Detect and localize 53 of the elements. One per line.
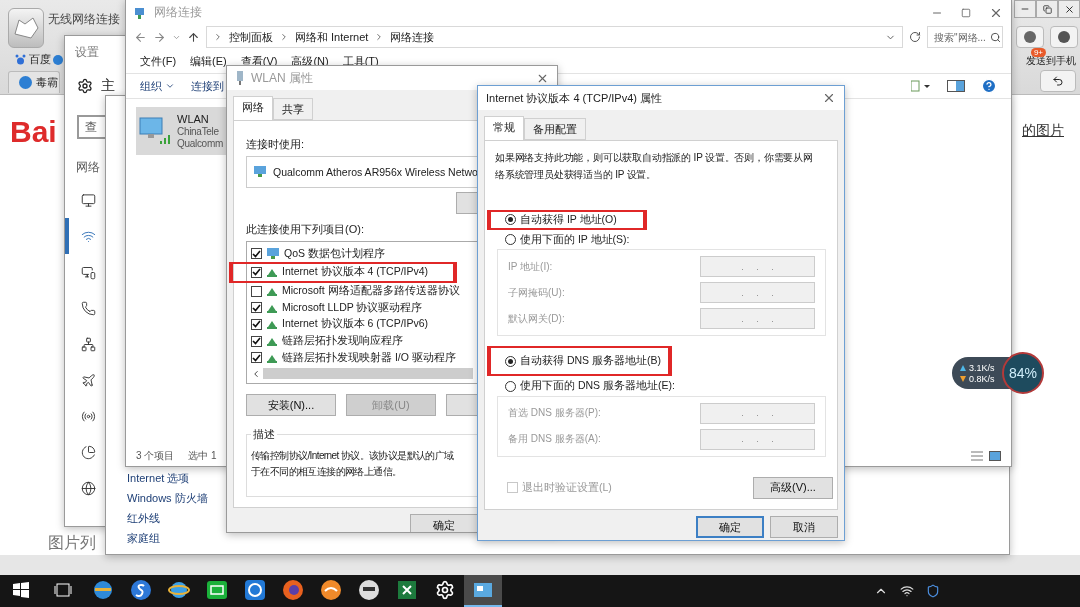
dialog-button[interactable]: 安装(N)... bbox=[246, 394, 336, 417]
ok-button[interactable]: 确定 bbox=[696, 516, 764, 538]
window-title: 网络连接 bbox=[154, 4, 202, 21]
baidu-logo: Bai bbox=[10, 115, 57, 149]
window-title: 无线网络连接 bbox=[48, 11, 120, 28]
field-label: 子网掩码(U): bbox=[508, 285, 565, 300]
adapter-field: Qualcomm Atheros AR956x Wireless Netwo bbox=[246, 156, 478, 189]
address-bar[interactable]: 控制面板 网络和 Internet 网络连接 bbox=[206, 26, 903, 48]
toolbar-button[interactable]: 组织 bbox=[140, 78, 175, 94]
tab[interactable]: 共享 bbox=[273, 98, 313, 120]
list-item[interactable]: QoS 数据包计划程序 bbox=[251, 245, 473, 262]
dialog-title: Internet 协议版本 4 (TCP/IPv4) 属性 bbox=[486, 90, 663, 106]
group-title: 描述 bbox=[251, 427, 277, 443]
field-label: 默认网关(D): bbox=[508, 311, 565, 326]
window-title: 设置 bbox=[75, 45, 99, 59]
ok-button[interactable]: 确定 bbox=[410, 514, 478, 532]
status-text: 3 个项目 bbox=[136, 449, 175, 463]
list-item[interactable]: 链路层拓扑发现映射器 I/O 驱动程序 bbox=[251, 349, 473, 367]
list-item[interactable]: Internet 协议版本 4 (TCP/IPv4) bbox=[229, 261, 457, 283]
field-label: 首选 DNS 服务器(P): bbox=[508, 406, 601, 421]
radio-option[interactable]: 自动获得 IP 地址(O) bbox=[487, 209, 647, 230]
tab[interactable]: 备用配置 bbox=[524, 118, 586, 140]
field-label: IP 地址(I): bbox=[508, 259, 553, 274]
cancel-button[interactable]: 取消 bbox=[770, 516, 838, 538]
intro-text: 络系统管理员处获得适当的 IP 设置。 bbox=[495, 168, 658, 182]
radio-option[interactable]: 使用下面的 IP 地址(S): bbox=[495, 229, 833, 250]
status-text: 选中 1 bbox=[188, 449, 217, 463]
intro-text: 如果网络支持此功能，则可以获取自动指派的 IP 设置。否则，你需要从网 bbox=[495, 151, 814, 165]
list-item[interactable]: Microsoft 网络适配器多路传送器协议 bbox=[251, 282, 473, 300]
section-title: 网络 bbox=[76, 160, 100, 174]
description-text: 传输控制协议/Internet 协议。该协议是默认的广域 bbox=[251, 449, 455, 464]
radio-option[interactable]: 自动获得 DNS 服务器地址(B) bbox=[487, 346, 672, 377]
description-text: 于在不同的相互连接的网络上通信。 bbox=[251, 465, 403, 480]
image-link[interactable]: 的图片 bbox=[1022, 122, 1064, 140]
browser-tab[interactable]: 毒霸 bbox=[8, 71, 60, 93]
dialog-title: WLAN 属性 bbox=[251, 69, 313, 87]
advanced-button[interactable]: 高级(V)... bbox=[753, 477, 833, 499]
toolbar-button[interactable]: 连接到 bbox=[191, 78, 224, 94]
home-link[interactable]: 主 bbox=[101, 77, 115, 95]
tab[interactable]: 常规 bbox=[484, 116, 524, 140]
tab[interactable]: 网络 bbox=[233, 96, 273, 120]
field-label: 连接时使用: bbox=[246, 137, 306, 152]
bookmark-link[interactable]: 百度 bbox=[29, 52, 51, 67]
field-label: 此连接使用下列项目(O): bbox=[246, 222, 365, 238]
field-label: 备用 DNS 服务器(A): bbox=[508, 432, 601, 447]
search-field[interactable]: 查 bbox=[77, 115, 107, 139]
list-item[interactable]: Internet 协议版本 6 (TCP/IPv6) bbox=[251, 316, 473, 333]
radio-option[interactable]: 使用下面的 DNS 服务器地址(E): bbox=[495, 376, 833, 396]
list-item[interactable]: 链路层拓扑发现响应程序 bbox=[251, 332, 473, 350]
menu-item[interactable]: 文件(F) bbox=[140, 53, 177, 69]
list-item[interactable]: Microsoft LLDP 协议驱动程序 bbox=[251, 299, 473, 317]
menu-item[interactable]: 编辑(E) bbox=[190, 53, 227, 69]
section-heading: 图片列 bbox=[48, 533, 96, 553]
